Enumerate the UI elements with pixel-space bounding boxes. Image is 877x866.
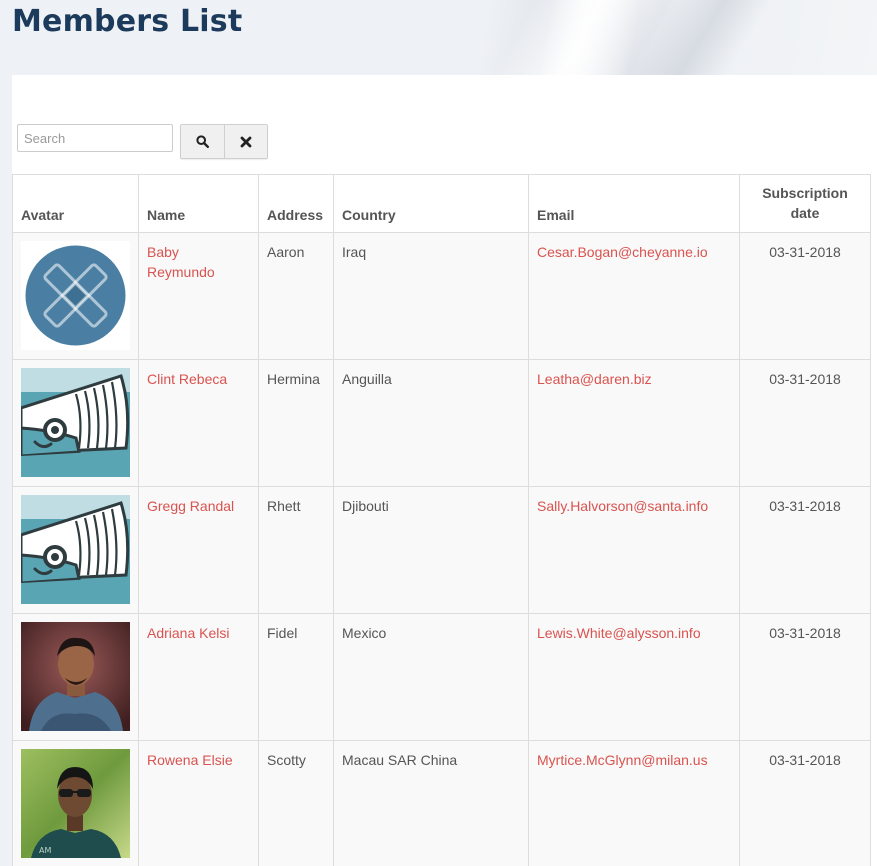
whale-avatar [21, 368, 130, 477]
member-name-link[interactable]: Gregg Randal [147, 498, 234, 514]
table-row: AM Rowena Elsie Scotty Macau SAR China M… [12, 740, 871, 866]
table-row: Gregg Randal Rhett Djibouti Sally.Halvor… [12, 486, 871, 614]
member-name-link[interactable]: Baby Reymundo [147, 244, 215, 280]
name-cell: Clint Rebeca [138, 359, 259, 487]
column-header-country[interactable]: Country [333, 174, 529, 233]
whale-avatar [21, 495, 130, 604]
address-cell: Aaron [258, 232, 334, 360]
email-cell: Myrtice.McGlynn@milan.us [528, 740, 740, 866]
name-cell: Gregg Randal [138, 486, 259, 614]
name-cell: Rowena Elsie [138, 740, 259, 866]
country-cell: Iraq [333, 232, 529, 360]
avatar-cell [12, 359, 139, 487]
member-name-link[interactable]: Adriana Kelsi [147, 625, 230, 641]
subscription-date-cell: 03-31-2018 [739, 232, 871, 360]
email-cell: Leatha@daren.biz [528, 359, 740, 487]
page: Members List Avatar Name Address [0, 0, 877, 866]
table-row: Adriana Kelsi Fidel Mexico Lewis.White@a… [12, 613, 871, 741]
country-cell: Mexico [333, 613, 529, 741]
email-cell: Lewis.White@alysson.info [528, 613, 740, 741]
subscription-date-cell: 03-31-2018 [739, 486, 871, 614]
column-header-email[interactable]: Email [528, 174, 740, 233]
member-name-link[interactable]: Clint Rebeca [147, 371, 227, 387]
email-link[interactable]: Sally.Halvorson@santa.info [537, 498, 708, 514]
left-gutter [0, 75, 12, 866]
column-header-name[interactable]: Name [138, 174, 259, 233]
subscription-date-cell: 03-31-2018 [739, 613, 871, 741]
address-cell: Scotty [258, 740, 334, 866]
email-cell: Sally.Halvorson@santa.info [528, 486, 740, 614]
address-cell: Hermina [258, 359, 334, 487]
subscription-date-cell: 03-31-2018 [739, 359, 871, 487]
x-logo-avatar [21, 241, 130, 350]
column-header-avatar[interactable]: Avatar [12, 174, 139, 233]
avatar-cell [12, 486, 139, 614]
address-cell: Fidel [258, 613, 334, 741]
country-cell: Anguilla [333, 359, 529, 487]
table-row: Baby Reymundo Aaron Iraq Cesar.Bogan@che… [12, 232, 871, 360]
avatar-cell [12, 232, 139, 360]
member-name-link[interactable]: Rowena Elsie [147, 752, 233, 768]
name-cell: Adriana Kelsi [138, 613, 259, 741]
email-link[interactable]: Leatha@daren.biz [537, 371, 652, 387]
column-header-address[interactable]: Address [258, 174, 334, 233]
column-header-subscription-date[interactable]: Subscription date [739, 174, 871, 233]
search-icon [196, 135, 209, 148]
subscription-date-cell: 03-31-2018 [739, 740, 871, 866]
email-link[interactable]: Cesar.Bogan@cheyanne.io [537, 244, 708, 260]
search-input[interactable] [17, 124, 173, 152]
search-button[interactable] [181, 125, 224, 158]
address-cell: Rhett [258, 486, 334, 614]
country-cell: Djibouti [333, 486, 529, 614]
person-photo-avatar [21, 622, 130, 731]
svg-text:AM: AM [39, 846, 51, 855]
avatar-cell [12, 613, 139, 741]
avatar-cell: AM [12, 740, 139, 866]
country-cell: Macau SAR China [333, 740, 529, 866]
members-table: Avatar Name Address Country Email Subscr… [12, 174, 871, 866]
email-link[interactable]: Myrtice.McGlynn@milan.us [537, 752, 708, 768]
email-link[interactable]: Lewis.White@alysson.info [537, 625, 701, 641]
person-sunglasses-avatar: AM [21, 749, 130, 858]
close-icon [240, 136, 252, 147]
page-header: Members List [0, 0, 877, 75]
table-header-row: Avatar Name Address Country Email Subscr… [12, 174, 871, 233]
table-row: Clint Rebeca Hermina Anguilla Leatha@dar… [12, 359, 871, 487]
name-cell: Baby Reymundo [138, 232, 259, 360]
email-cell: Cesar.Bogan@cheyanne.io [528, 232, 740, 360]
page-title: Members List [12, 4, 243, 39]
search-button-group [180, 124, 268, 159]
clear-button[interactable] [224, 125, 267, 158]
